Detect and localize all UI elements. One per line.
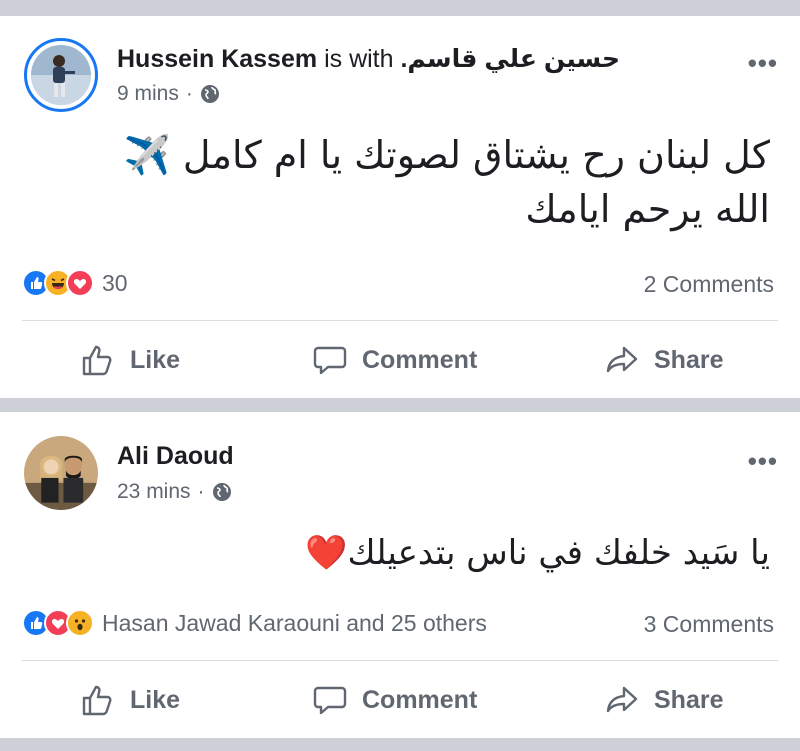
post-actions: Like Comment Share	[0, 670, 800, 730]
post-text: كل لبنان رح يشتاق لصوتك يا ام كامل ✈️ ال…	[123, 128, 770, 236]
post-time[interactable]: 23 mins	[117, 480, 191, 504]
post-card: Ali Daoud 23 mins · ••• يا سَيد خلفك في …	[0, 412, 800, 738]
globe-icon	[200, 84, 220, 104]
like-label: Like	[130, 685, 181, 714]
comment-button[interactable]: Comment	[312, 342, 477, 378]
share-button[interactable]: Share	[604, 682, 723, 718]
post-card: Hussein Kassem is with حسين علي قاسم. 9 …	[0, 16, 800, 398]
share-label: Share	[654, 345, 724, 374]
thumbs-up-icon	[82, 345, 112, 376]
reaction-count[interactable]: Hasan Jawad Karaouni and 25 others	[102, 610, 487, 637]
post-text-line: الله يرحم ايامك	[525, 187, 770, 231]
meta-separator: ·	[197, 480, 205, 503]
more-options-icon[interactable]: •••	[748, 448, 778, 474]
comments-count[interactable]: 2 Comments	[644, 271, 774, 298]
like-button[interactable]: Like	[80, 682, 180, 718]
divider	[22, 320, 778, 321]
tagged-name[interactable]: حسين علي قاسم.	[400, 45, 620, 73]
avatar[interactable]	[24, 436, 98, 510]
comment-button[interactable]: Comment	[312, 682, 477, 718]
share-icon	[606, 686, 638, 713]
share-icon	[606, 346, 638, 373]
post-text: يا سَيد خلفك في ناس بتدعيلك❤️	[305, 528, 770, 578]
with-text: is with	[324, 45, 394, 73]
post-meta: 9 mins ·	[117, 82, 220, 106]
post-time[interactable]: 9 mins	[117, 82, 179, 106]
post-text-line: يا سَيد خلفك في ناس بتدعيلك❤️	[305, 533, 770, 573]
like-button[interactable]: Like	[80, 342, 180, 378]
comment-label: Comment	[362, 345, 478, 374]
like-label: Like	[130, 345, 181, 374]
post-actions: Like Comment Share	[0, 330, 800, 390]
reaction-count[interactable]: 30	[102, 270, 128, 297]
comment-label: Comment	[362, 685, 478, 714]
reactions-summary[interactable]: Hasan Jawad Karaouni and 25 others	[22, 609, 487, 637]
reactions-summary[interactable]: 30	[22, 269, 128, 297]
thumbs-up-icon	[82, 685, 112, 716]
news-feed: Hussein Kassem is with حسين علي قاسم. 9 …	[0, 0, 800, 751]
meta-separator: ·	[185, 82, 193, 105]
comment-icon	[313, 686, 347, 715]
post-header: Hussein Kassem is with حسين علي قاسم.	[117, 44, 620, 74]
wow-reaction-icon	[66, 609, 94, 637]
divider	[22, 660, 778, 661]
love-reaction-icon	[66, 269, 94, 297]
globe-icon	[212, 482, 232, 502]
comments-count[interactable]: 3 Comments	[644, 611, 774, 638]
avatar[interactable]	[24, 38, 98, 112]
post-text-line: كل لبنان رح يشتاق لصوتك يا ام كامل ✈️	[123, 133, 770, 177]
comment-icon	[313, 346, 347, 375]
post-meta: 23 mins ·	[117, 480, 232, 504]
share-label: Share	[654, 685, 724, 714]
author-name[interactable]: Ali Daoud	[117, 442, 234, 470]
more-options-icon[interactable]: •••	[748, 50, 778, 76]
author-name[interactable]: Hussein Kassem	[117, 45, 317, 73]
share-button[interactable]: Share	[604, 342, 723, 378]
post-header: Ali Daoud	[117, 442, 234, 471]
